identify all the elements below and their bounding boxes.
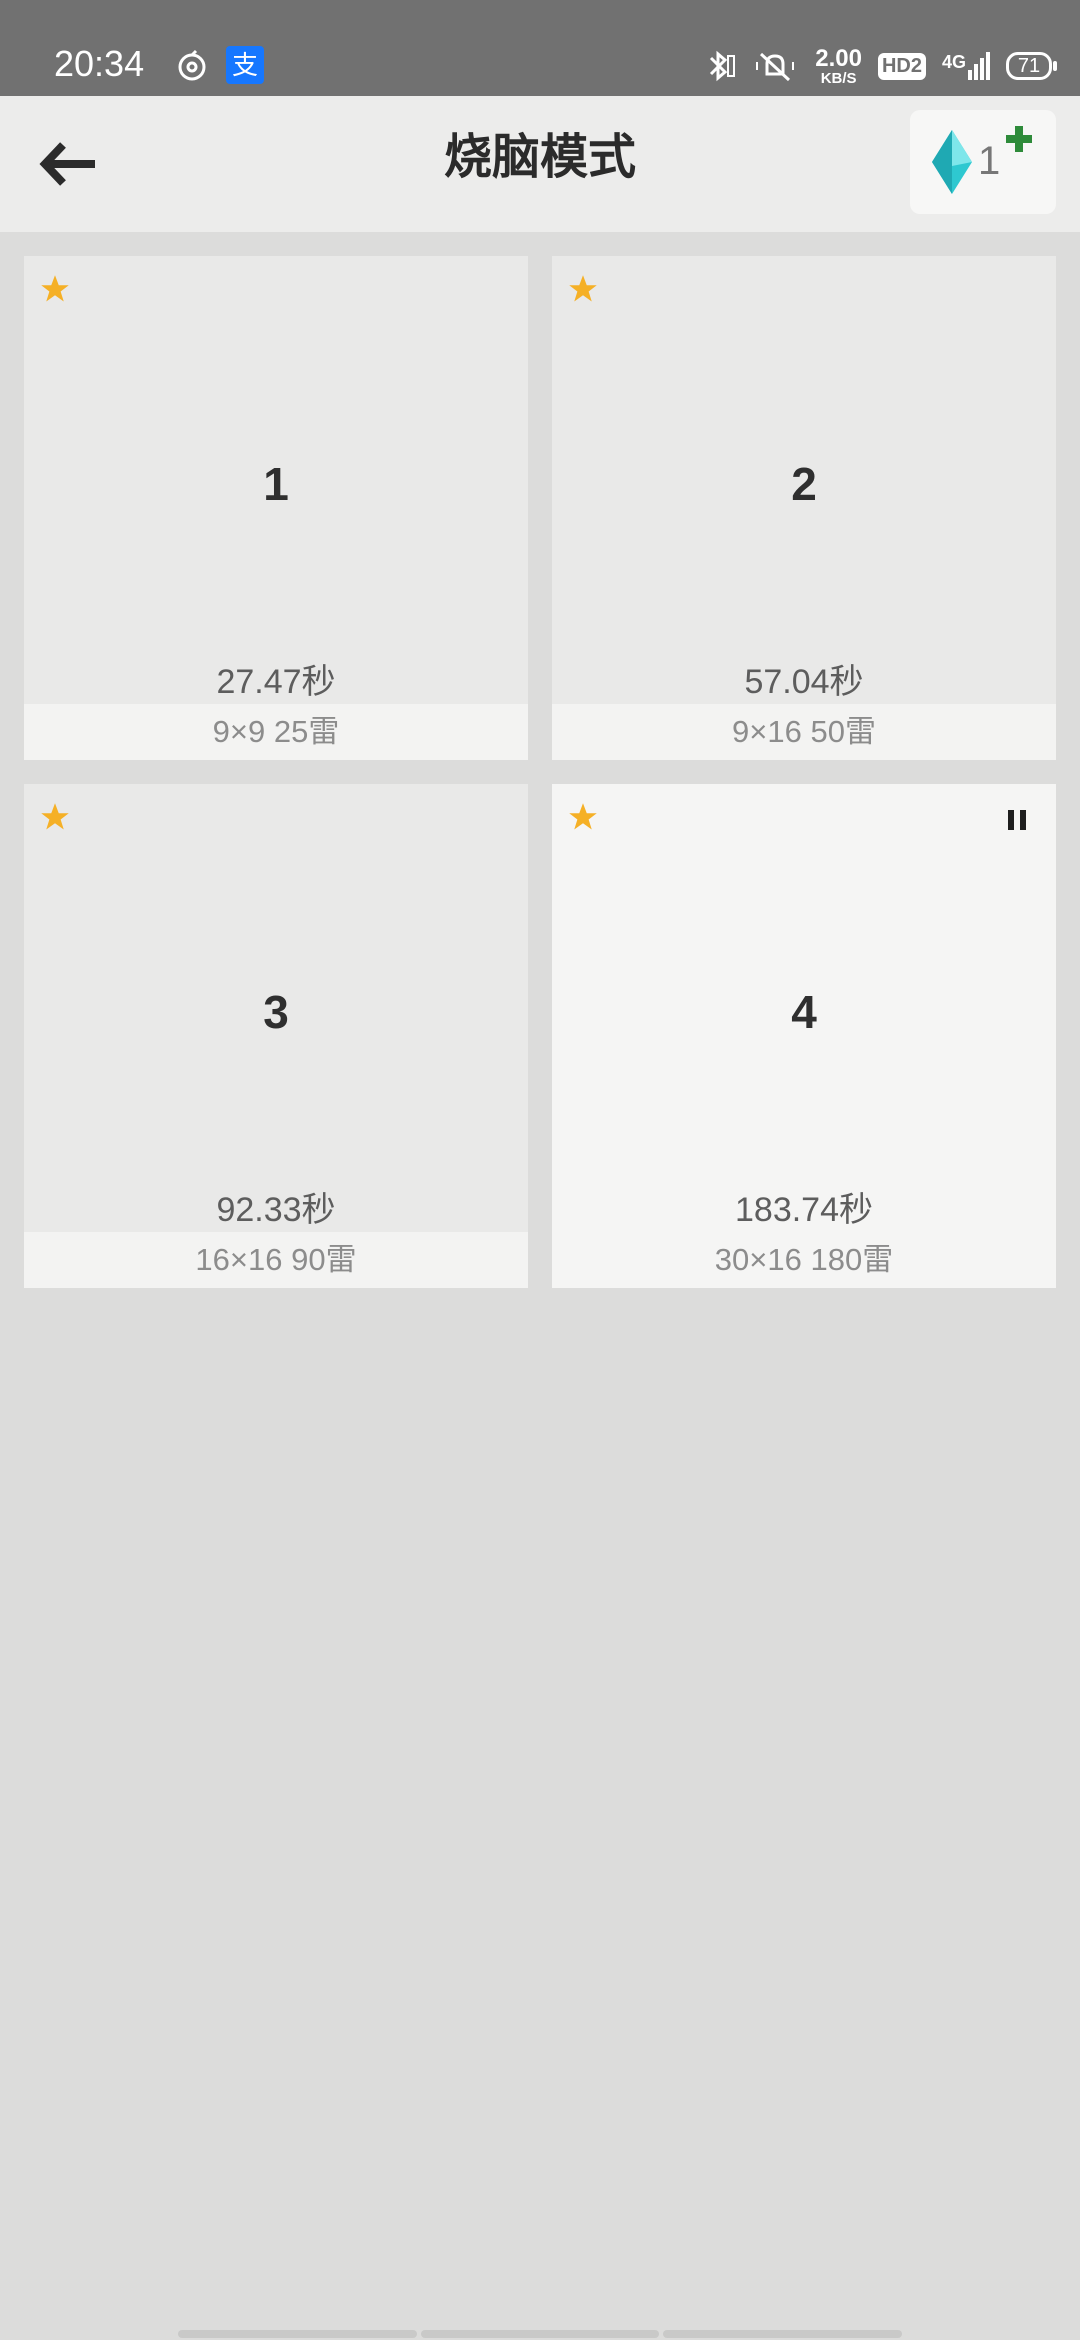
status-time: 20:34 <box>54 43 145 84</box>
signal-icon: 4G <box>942 52 990 80</box>
gem-icon <box>932 130 972 194</box>
star-icon <box>41 275 69 302</box>
status-bar: 20:34 支 2.00 KB/S HD2 4G 71 <box>0 0 1080 96</box>
level-number: 3 <box>263 986 289 1038</box>
net-speed: 2.00 KB/S <box>815 44 862 87</box>
battery-level: 71 <box>1017 54 1041 77</box>
star-icon <box>569 803 597 830</box>
netease-music-icon <box>178 49 206 81</box>
alipay-icon: 支 <box>226 46 264 84</box>
gem-count: 1 <box>978 139 1001 183</box>
board-info: 16×16 90雷 <box>24 1232 528 1288</box>
level-card-3[interactable]: 3 92.33秒 16×16 90雷 <box>24 784 528 1288</box>
best-time: 57.04秒 <box>744 663 864 701</box>
board-info: 9×16 50雷 <box>552 704 1056 760</box>
board-info: 9×9 25雷 <box>24 704 528 760</box>
gem-counter-button[interactable]: 1 <box>910 110 1056 214</box>
bluetooth-icon <box>710 50 736 82</box>
star-icon <box>41 803 69 830</box>
best-time: 92.33秒 <box>216 1191 336 1229</box>
battery-icon: 71 <box>1006 52 1057 80</box>
level-number: 1 <box>263 458 289 510</box>
level-card-2[interactable]: 2 57.04秒 9×16 50雷 <box>552 256 1056 760</box>
plus-icon <box>1006 126 1032 152</box>
board-info: 30×16 180雷 <box>552 1232 1056 1288</box>
net-speed-unit: KB/S <box>820 69 857 87</box>
gesture-nav-bar <box>178 2330 903 2338</box>
level-card-1[interactable]: 1 27.47秒 9×9 25雷 <box>24 256 528 760</box>
app-header: 烧脑模式 1 <box>0 96 1080 232</box>
silent-icon <box>756 52 795 82</box>
status-right-icons: 2.00 KB/S HD2 4G 71 <box>703 44 1057 88</box>
best-time: 183.74秒 <box>735 1191 873 1229</box>
best-time: 27.47秒 <box>216 663 336 701</box>
level-number: 2 <box>791 458 817 510</box>
net-speed-value: 2.00 <box>815 44 862 72</box>
level-number: 4 <box>791 986 817 1038</box>
hd-badge: HD2 <box>877 52 926 80</box>
pause-icon <box>1008 810 1026 830</box>
level-card-4[interactable]: 4 183.74秒 30×16 180雷 <box>552 784 1056 1288</box>
star-icon <box>569 275 597 302</box>
network-label: 4G <box>941 52 966 72</box>
